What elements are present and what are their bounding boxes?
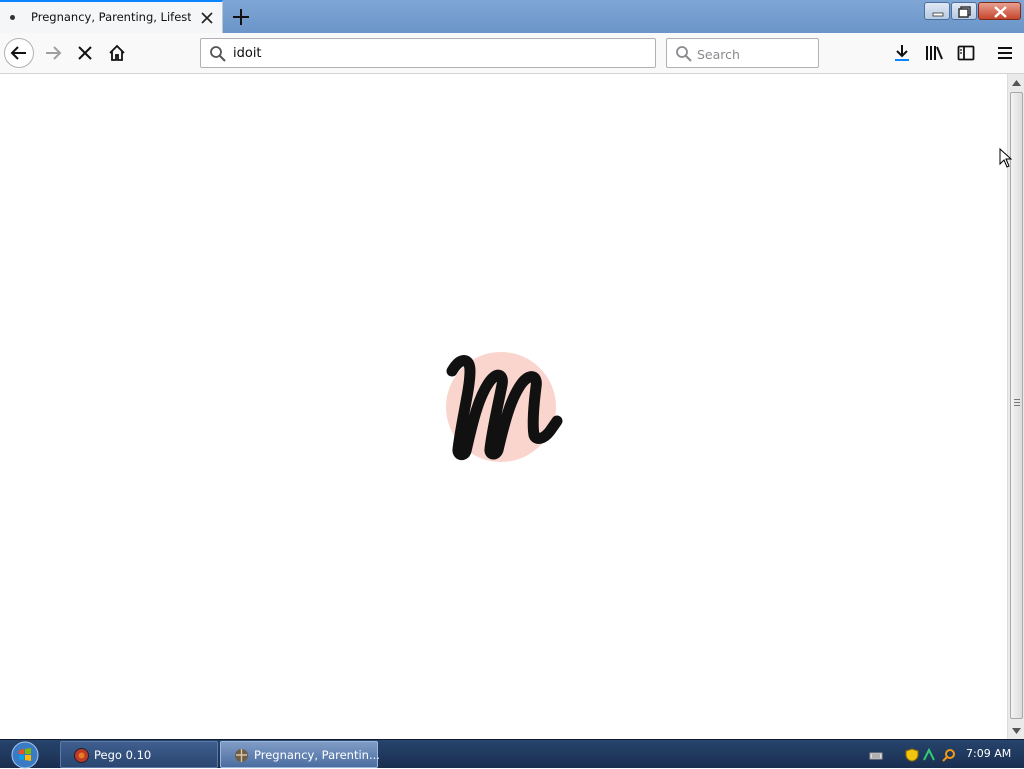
- close-window-button[interactable]: [978, 2, 1021, 20]
- vertical-scrollbar[interactable]: [1007, 74, 1024, 739]
- windows-logo-icon: [11, 741, 39, 768]
- forward-button[interactable]: [38, 38, 68, 68]
- navigation-toolbar: idoit Search: [0, 33, 1024, 74]
- search-icon: [675, 45, 693, 67]
- clock[interactable]: 7:09 AM: [966, 747, 1011, 760]
- mouse-cursor-icon: [999, 147, 1013, 168]
- taskbar-item-label: Pregnancy, Parentin...: [254, 748, 380, 762]
- new-tab-button[interactable]: [229, 5, 253, 29]
- pego-app-icon: [74, 748, 89, 763]
- menu-button[interactable]: [990, 38, 1020, 68]
- arrow-left-icon: [10, 46, 26, 60]
- window-controls: [923, 2, 1021, 22]
- library-icon: [926, 46, 943, 60]
- url-bar[interactable]: idoit: [200, 38, 656, 68]
- start-button[interactable]: [8, 740, 42, 769]
- close-icon: [78, 46, 92, 60]
- page-content: [0, 74, 1007, 739]
- taskbar-item-label: Pego 0.10: [94, 748, 152, 762]
- stop-button[interactable]: [70, 38, 100, 68]
- close-tab-icon[interactable]: [198, 9, 216, 27]
- browser-tab[interactable]: Pregnancy, Parenting, Lifestyle, Beauty:…: [0, 0, 223, 33]
- arrow-right-icon: [46, 46, 62, 60]
- search-placeholder: Search: [697, 47, 740, 62]
- security-shield-icon[interactable]: [905, 747, 919, 762]
- url-text: idoit: [233, 46, 262, 61]
- taskbar: Pego 0.10 Pregnancy, Parentin... 7:09 AM: [0, 739, 1024, 768]
- download-icon: [895, 45, 909, 61]
- scroll-grip: [1014, 399, 1020, 406]
- tab-strip: Pregnancy, Parenting, Lifestyle, Beauty:…: [0, 0, 1024, 33]
- minimize-button[interactable]: [924, 2, 950, 20]
- tab-loading-icon: [10, 15, 15, 20]
- back-button[interactable]: [4, 38, 34, 68]
- site-logo: [440, 349, 565, 464]
- sidebar-icon: [957, 45, 975, 61]
- hamburger-icon: [998, 47, 1012, 59]
- browser-app-icon: [234, 748, 249, 763]
- scroll-down-arrow-icon[interactable]: [1008, 722, 1024, 739]
- library-button[interactable]: [919, 38, 949, 68]
- scroll-up-arrow-icon[interactable]: [1008, 74, 1024, 91]
- sidebar-button[interactable]: [951, 38, 981, 68]
- scroll-thumb[interactable]: [1010, 92, 1023, 719]
- home-icon: [109, 44, 125, 61]
- taskbar-item-browser[interactable]: Pregnancy, Parentin...: [220, 741, 380, 768]
- tab-title: Pregnancy, Parenting, Lifestyle, Beauty:…: [31, 10, 191, 24]
- keyboard-icon[interactable]: [869, 747, 883, 761]
- search-icon: [209, 45, 227, 67]
- restore-button[interactable]: [951, 2, 977, 20]
- downloads-button[interactable]: [887, 38, 917, 68]
- home-button[interactable]: [102, 38, 132, 68]
- search-input[interactable]: Search: [666, 38, 819, 68]
- network-icon[interactable]: [922, 747, 936, 761]
- search-icon[interactable]: [942, 747, 956, 762]
- taskbar-item-pego[interactable]: Pego 0.10: [60, 741, 218, 768]
